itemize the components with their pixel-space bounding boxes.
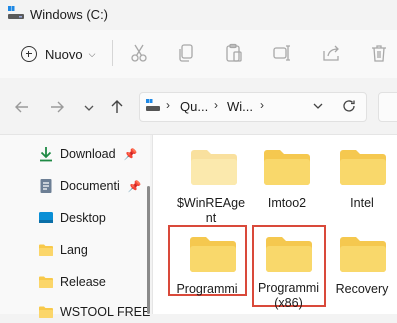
sidebar-item-label: Release (60, 275, 106, 289)
pin-icon[interactable]: 📌 (124, 148, 138, 161)
chevron-down-icon: ⌵ (88, 48, 96, 59)
new-button-label: Nuovo (45, 46, 83, 62)
folder-icon (189, 147, 239, 187)
folder-item-programmi-x86[interactable]: Programmi (x86) (252, 225, 326, 310)
breadcrumb-separator-icon: › (166, 98, 170, 112)
sidebar-item-wstool[interactable]: WSTOOL FREE (38, 302, 150, 322)
copy-icon[interactable] (175, 42, 197, 64)
folder-icon (188, 234, 238, 274)
rename-icon[interactable] (271, 42, 293, 64)
up-arrow-icon[interactable] (107, 97, 127, 117)
sidebar-item-desktop[interactable]: Desktop (38, 208, 106, 228)
folder-name: $WinREAge nt (176, 196, 246, 225)
refresh-icon[interactable] (341, 98, 357, 114)
plus-icon (21, 46, 37, 62)
folder-item-programmi[interactable]: Programmi (168, 225, 247, 296)
recent-chevron-icon[interactable] (79, 98, 94, 118)
sidebar-item-release[interactable]: Release (38, 272, 106, 292)
folder-item-winreagent[interactable]: $WinREAge nt (172, 143, 250, 225)
folder-item-imtoo2[interactable]: Imtoo2 (248, 143, 326, 223)
folder-name: Imtoo2 (267, 196, 307, 210)
address-dropdown-icon[interactable] (311, 99, 325, 113)
sidebar-item-label: Lang (60, 243, 88, 257)
folder-icon (38, 242, 54, 258)
pin-icon[interactable]: 📌 (128, 180, 142, 193)
sidebar-item-lang[interactable]: Lang (38, 240, 88, 260)
sidebar-item-label: WSTOOL FREE (60, 305, 151, 319)
new-button[interactable]: Nuovo ⌵ (12, 40, 104, 68)
window-title: Windows (C:) (30, 7, 109, 22)
folder-item-intel[interactable]: Intel (323, 143, 397, 223)
folder-icon (38, 274, 54, 290)
folder-icon (338, 147, 388, 187)
toolbar-separator (112, 40, 113, 66)
drive-icon (8, 6, 24, 20)
forward-arrow-icon[interactable] (47, 97, 67, 117)
sidebar-item-label: Documenti (60, 179, 120, 193)
folder-icon (264, 234, 314, 274)
desktop-icon (38, 210, 54, 226)
share-icon[interactable] (320, 42, 342, 64)
breadcrumb-separator-icon: › (260, 98, 264, 112)
breadcrumb-separator-icon: › (214, 98, 218, 112)
folder-name: Programmi (x86) (257, 281, 320, 310)
documents-icon (38, 178, 54, 194)
sidebar-item-label: Download (60, 147, 116, 161)
folder-icon (38, 304, 54, 320)
address-bar[interactable] (139, 92, 367, 122)
breadcrumb-item-quick-access[interactable]: Qu... (180, 99, 208, 114)
sidebar-item-label: Desktop (60, 211, 106, 225)
sidebar-scrollbar[interactable] (147, 186, 150, 314)
back-arrow-icon[interactable] (12, 97, 32, 117)
folder-name: Intel (350, 196, 374, 210)
folder-icon (338, 234, 388, 274)
search-box[interactable] (378, 92, 397, 122)
folder-name: Programmi (176, 282, 238, 296)
cut-icon[interactable] (128, 42, 150, 64)
breadcrumb-item-windows[interactable]: Wi... (227, 99, 253, 114)
folder-icon (262, 147, 312, 187)
folder-name: Recovery (335, 282, 389, 296)
paste-icon[interactable] (223, 42, 245, 64)
this-pc-icon (146, 99, 160, 113)
sidebar-item-documenti[interactable]: Documenti 📌 (38, 176, 141, 196)
delete-icon[interactable] (368, 42, 390, 64)
folder-item-recovery[interactable]: Recovery (323, 225, 397, 305)
sidebar-item-download[interactable]: Download 📌 (38, 144, 137, 164)
download-icon (38, 146, 54, 162)
